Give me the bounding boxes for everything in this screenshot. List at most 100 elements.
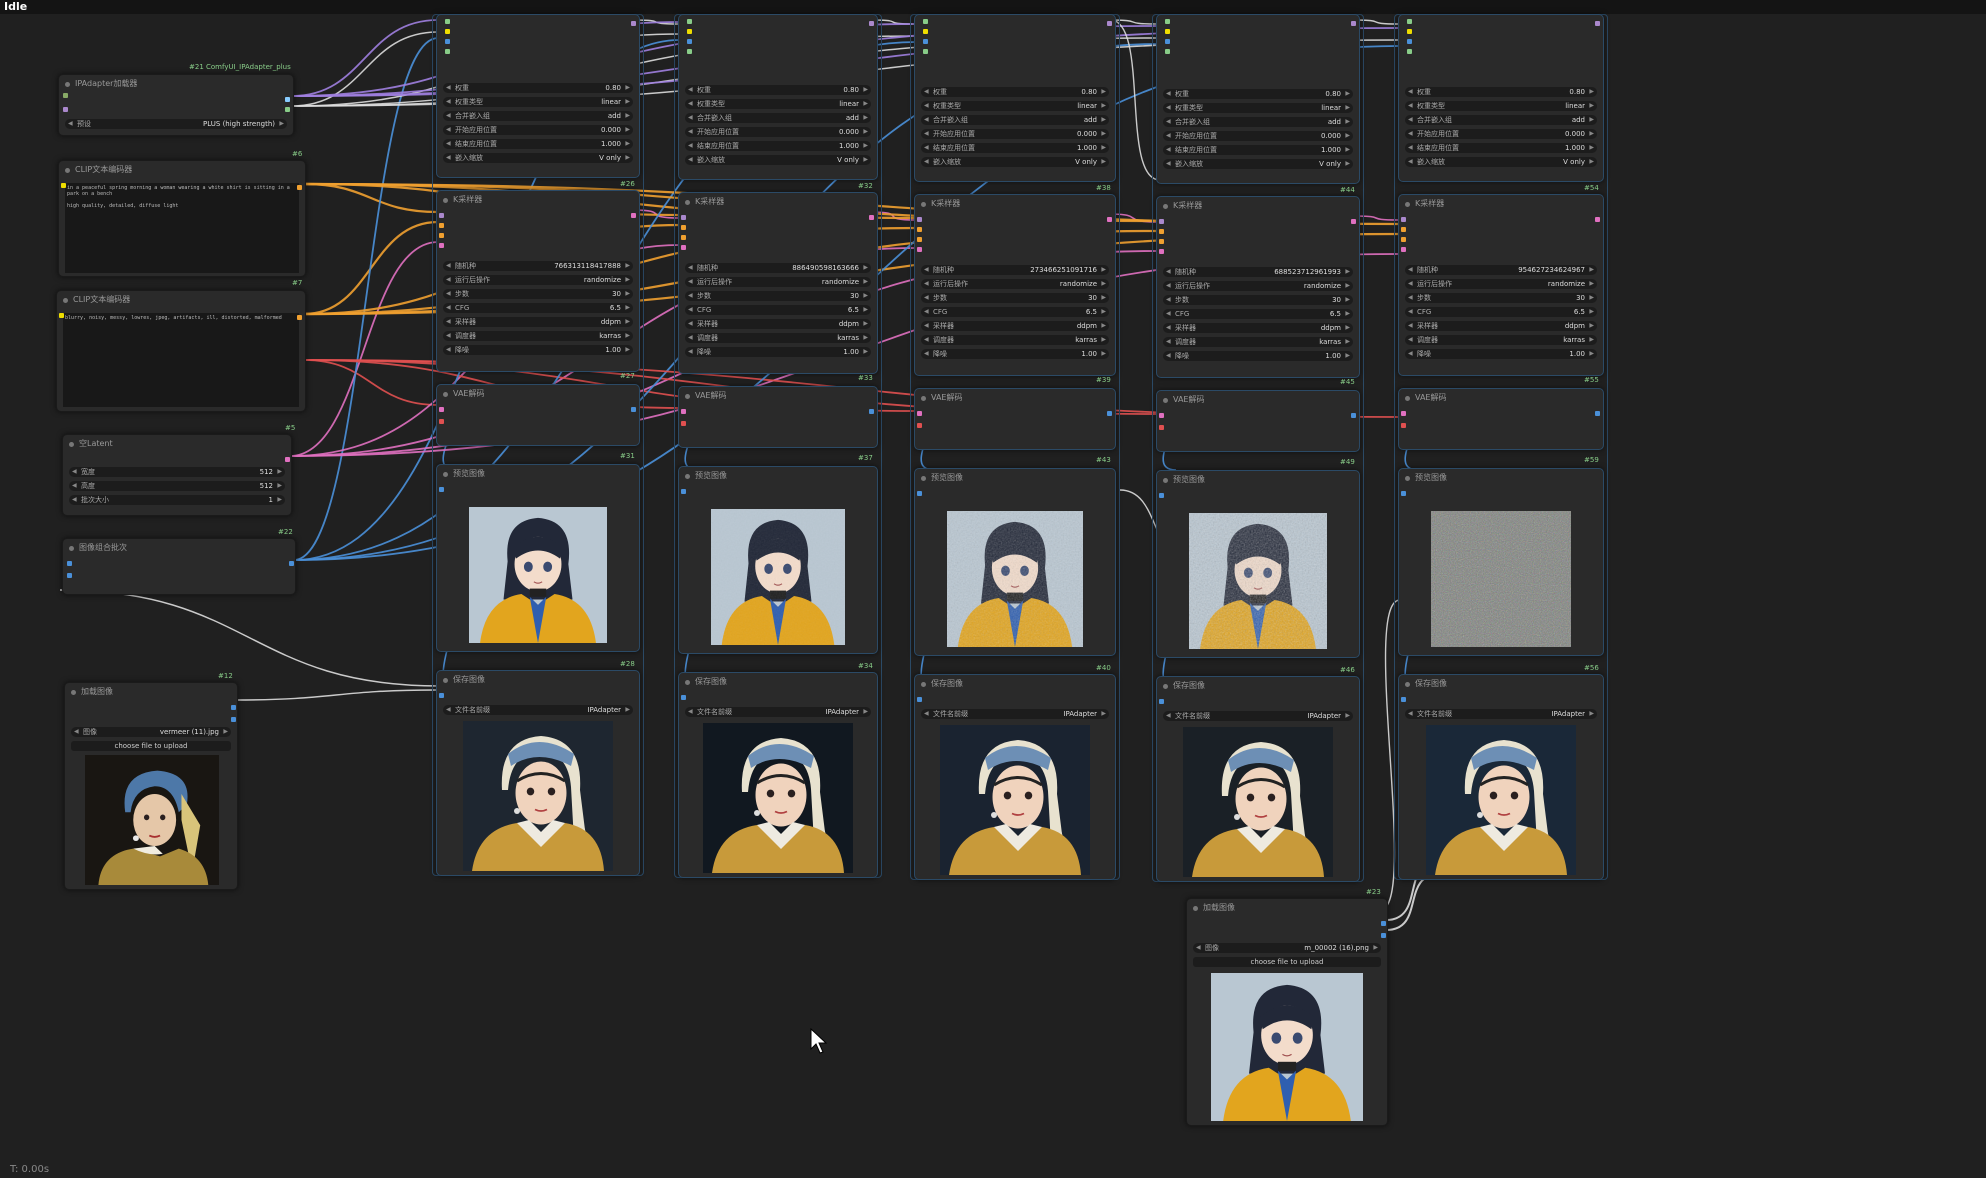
start-at-widget[interactable]: 开始应用位置 0.000 bbox=[443, 125, 633, 135]
connection-slot[interactable] bbox=[445, 49, 450, 54]
connection-slot[interactable] bbox=[1165, 39, 1170, 44]
denoise-widget[interactable]: 降噪 1.00 bbox=[921, 349, 1109, 359]
connection-slot[interactable] bbox=[917, 227, 922, 232]
connection-slot[interactable] bbox=[1407, 29, 1412, 34]
connection-slot[interactable] bbox=[1401, 697, 1406, 702]
connection-slot[interactable] bbox=[1107, 21, 1112, 26]
connection-slot[interactable] bbox=[439, 407, 444, 412]
ipadapter-apply-node[interactable]: 权重 0.80 权重类型 linear 合并嵌入组 add 开始应用位置 0.000 结束应用位… bbox=[436, 14, 640, 178]
connection-slot[interactable] bbox=[231, 717, 236, 722]
connection-slot[interactable] bbox=[681, 245, 686, 250]
connection-slot[interactable] bbox=[297, 185, 302, 190]
connection-slot[interactable] bbox=[1407, 39, 1412, 44]
sampler-widget[interactable]: 采样器 ddpm bbox=[443, 317, 633, 327]
connection-slot[interactable] bbox=[1159, 425, 1164, 430]
connection-slot[interactable] bbox=[231, 705, 236, 710]
load-image-node-left[interactable]: 加载图像图像 vermeer (11).jpg choose file to upl… bbox=[64, 682, 238, 890]
connection-slot[interactable] bbox=[869, 21, 874, 26]
connection-slot[interactable] bbox=[1595, 411, 1600, 416]
sampler-widget[interactable]: 采样器 ddpm bbox=[1163, 323, 1353, 333]
connection-slot[interactable] bbox=[1107, 411, 1112, 416]
image-select-2[interactable]: 图像 m_00002 (16).png bbox=[1193, 943, 1381, 953]
connection-slot[interactable] bbox=[1407, 19, 1412, 24]
weight-type-widget[interactable]: 权重类型 linear bbox=[685, 99, 871, 109]
connection-slot[interactable] bbox=[923, 29, 928, 34]
start-at-widget[interactable]: 开始应用位置 0.000 bbox=[685, 127, 871, 137]
embeds-scaling-widget[interactable]: 嵌入缩放 V only bbox=[1405, 157, 1597, 167]
connection-slot[interactable] bbox=[1159, 229, 1164, 234]
negative-prompt-textarea[interactable]: blurry, noisy, messy, lowres, jpeg, arti… bbox=[63, 313, 299, 407]
connection-slot[interactable] bbox=[687, 39, 692, 44]
combine-embeds-widget[interactable]: 合并嵌入组 add bbox=[921, 115, 1109, 125]
connection-slot[interactable] bbox=[687, 49, 692, 54]
connection-slot[interactable] bbox=[631, 407, 636, 412]
denoise-widget[interactable]: 降噪 1.00 bbox=[685, 347, 871, 357]
control-after-generate-widget[interactable]: 运行后操作 randomize bbox=[685, 277, 871, 287]
denoise-widget[interactable]: 降噪 1.00 bbox=[443, 345, 633, 355]
connection-slot[interactable] bbox=[1401, 237, 1406, 242]
image-select[interactable]: 图像 vermeer (11).jpg bbox=[71, 727, 231, 737]
embeds-scaling-widget[interactable]: 嵌入缩放 V only bbox=[1163, 159, 1353, 169]
connection-slot[interactable] bbox=[1595, 217, 1600, 222]
connection-slot[interactable] bbox=[1401, 411, 1406, 416]
connection-slot[interactable] bbox=[1401, 247, 1406, 252]
steps-widget[interactable]: 步数 30 bbox=[921, 293, 1109, 303]
combine-embeds-widget[interactable]: 合并嵌入组 add bbox=[1405, 115, 1597, 125]
connection-slot[interactable] bbox=[869, 215, 874, 220]
denoise-widget[interactable]: 降噪 1.00 bbox=[1163, 351, 1353, 361]
connection-slot[interactable] bbox=[1401, 423, 1406, 428]
connection-slot[interactable] bbox=[1351, 413, 1356, 418]
ksampler-node[interactable]: K采样器随机种 688523712961993 运行后操作 randomize 步数 30… bbox=[1156, 196, 1360, 378]
connection-slot[interactable] bbox=[1159, 493, 1164, 498]
connection-slot[interactable] bbox=[285, 457, 290, 462]
seed-widget[interactable]: 随机种 886490598163666 bbox=[685, 263, 871, 273]
connection-slot[interactable] bbox=[1159, 239, 1164, 244]
connection-slot[interactable] bbox=[1595, 21, 1600, 26]
connection-slot[interactable] bbox=[67, 573, 72, 578]
ksampler-node[interactable]: K采样器随机种 954627234624967 运行后操作 randomize 步数 30… bbox=[1398, 194, 1604, 376]
connection-slot[interactable] bbox=[67, 561, 72, 566]
connection-slot[interactable] bbox=[917, 237, 922, 242]
preview-image-node[interactable]: 预览图像 bbox=[1156, 470, 1360, 658]
end-at-widget[interactable]: 结束应用位置 1.000 bbox=[1405, 143, 1597, 153]
connection-slot[interactable] bbox=[289, 561, 294, 566]
ipadapter-apply-node[interactable]: 权重 0.80 权重类型 linear 合并嵌入组 add 开始应用位置 0.000 结束应用位… bbox=[678, 14, 878, 180]
control-after-generate-widget[interactable]: 运行后操作 randomize bbox=[921, 279, 1109, 289]
vae-decode-node[interactable]: VAE解码 bbox=[1156, 390, 1360, 452]
upload-button[interactable]: choose file to upload bbox=[71, 741, 231, 751]
connection-slot[interactable] bbox=[285, 97, 290, 102]
connection-slot[interactable] bbox=[1401, 491, 1406, 496]
embeds-scaling-widget[interactable]: 嵌入缩放 V only bbox=[443, 153, 633, 163]
connection-slot[interactable] bbox=[439, 243, 444, 248]
ipadapter-apply-node[interactable]: 权重 0.80 权重类型 linear 合并嵌入组 add 开始应用位置 0.000 结束应用位… bbox=[1156, 14, 1360, 184]
preview-image-node[interactable]: 预览图像 bbox=[1398, 468, 1604, 656]
end-at-widget[interactable]: 结束应用位置 1.000 bbox=[1163, 145, 1353, 155]
connection-slot[interactable] bbox=[917, 423, 922, 428]
connection-slot[interactable] bbox=[439, 213, 444, 218]
connection-slot[interactable] bbox=[61, 183, 66, 188]
connection-slot[interactable] bbox=[917, 411, 922, 416]
connection-slot[interactable] bbox=[439, 419, 444, 424]
embeds-scaling-widget[interactable]: 嵌入缩放 V only bbox=[921, 157, 1109, 167]
filename-prefix-widget[interactable]: 文件名前缀 IPAdapter bbox=[921, 709, 1109, 719]
width-widget[interactable]: 宽度 512 bbox=[69, 467, 285, 477]
vae-decode-node[interactable]: VAE解码 bbox=[678, 386, 878, 448]
connection-slot[interactable] bbox=[681, 215, 686, 220]
connection-slot[interactable] bbox=[1165, 49, 1170, 54]
steps-widget[interactable]: 步数 30 bbox=[443, 289, 633, 299]
connection-slot[interactable] bbox=[917, 491, 922, 496]
connection-slot[interactable] bbox=[1381, 921, 1386, 926]
connection-slot[interactable] bbox=[681, 225, 686, 230]
connection-slot[interactable] bbox=[1407, 49, 1412, 54]
ipadapter-apply-node[interactable]: 权重 0.80 权重类型 linear 合并嵌入组 add 开始应用位置 0.000 结束应用位… bbox=[1398, 14, 1604, 182]
start-at-widget[interactable]: 开始应用位置 0.000 bbox=[1163, 131, 1353, 141]
preview-image-node[interactable]: 预览图像 bbox=[678, 466, 878, 654]
connection-slot[interactable] bbox=[681, 235, 686, 240]
cfg-widget[interactable]: CFG 6.5 bbox=[1405, 307, 1597, 317]
prompt-textarea[interactable]: in a peaceful spring morning a woman wea… bbox=[65, 183, 299, 273]
weight-widget[interactable]: 权重 0.80 bbox=[1163, 89, 1353, 99]
connection-slot[interactable] bbox=[439, 693, 444, 698]
cfg-widget[interactable]: CFG 6.5 bbox=[685, 305, 871, 315]
seed-widget[interactable]: 随机种 273466251091716 bbox=[921, 265, 1109, 275]
batch-size-widget[interactable]: 批次大小 1 bbox=[69, 495, 285, 505]
